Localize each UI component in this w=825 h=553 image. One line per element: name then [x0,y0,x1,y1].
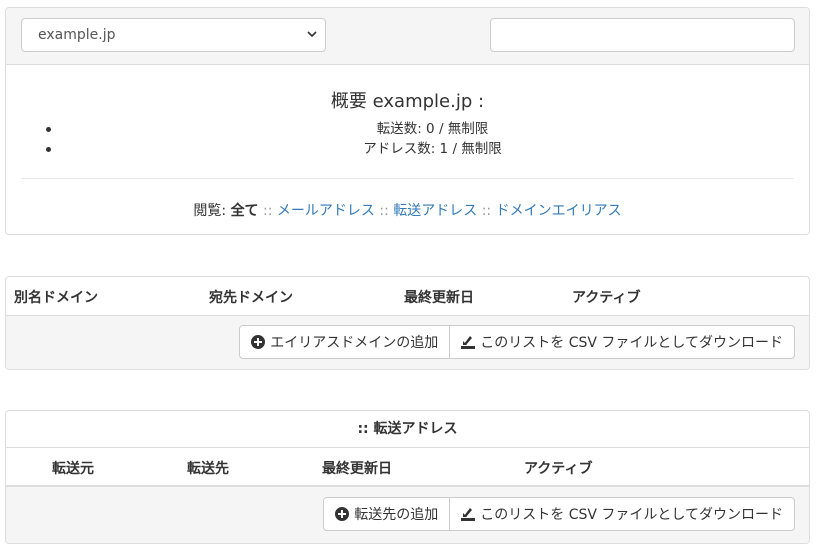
stat-forwards: 転送数: 0 / 無制限 [376,121,489,137]
separator: :: [263,203,273,219]
add-alias-domain-button[interactable]: エイリアスドメインの追加 [239,325,451,359]
browse-link-domain-aliases[interactable]: ドメインエイリアス [496,203,622,219]
list-item: アドレス数: 1 / 無制限 [6,139,809,159]
add-forwarding-button[interactable]: 転送先の追加 [323,497,451,531]
domain-select-value: example.jp [38,27,116,43]
button-group: エイリアスドメインの追加 このリストを CSV ファイルとしてダウンロード [239,325,795,359]
table-header: 転送元 転送先 最終更新日 アクティブ [6,448,809,487]
overview-title: 概要 example.jp : [330,91,485,112]
overview-panel-header: example.jp [6,8,809,65]
plus-circle-icon [335,507,350,521]
download-csv-label: このリストを CSV ファイルとしてダウンロード [480,335,783,351]
add-alias-domain-label: エイリアスドメインの追加 [270,335,439,351]
column-header: 宛先ドメイン [209,290,293,306]
forwarding-title: :: 転送アドレス [6,411,809,448]
column-header: アクティブ [572,290,641,306]
browse-link-forwarding[interactable]: 転送アドレス [393,203,477,219]
column-header: アクティブ [524,461,593,477]
separator: :: [481,203,492,219]
divider [21,178,794,179]
forwarding-panel: :: 転送アドレス 転送元 転送先 最終更新日 アクティブ 転送先の追加 このリ… [5,410,810,544]
download-csv-button[interactable]: このリストを CSV ファイルとしてダウンロード [450,325,795,359]
list-item: 転送数: 0 / 無制限 [6,119,809,139]
table-footer: エイリアスドメインの追加 このリストを CSV ファイルとしてダウンロード [6,316,809,369]
overview-panel: example.jp 概要 example.jp : 転送数: 0 / 無制限 … [5,7,810,235]
bullet-icon [46,127,51,132]
download-icon [461,336,476,349]
domain-select[interactable]: example.jp [21,18,326,52]
download-csv-label: このリストを CSV ファイルとしてダウンロード [480,507,783,523]
download-csv-button[interactable]: このリストを CSV ファイルとしてダウンロード [450,497,795,531]
column-header: 最終更新日 [322,461,392,477]
table-header: 別名ドメイン 宛先ドメイン 最終更新日 アクティブ [6,277,809,317]
button-group: 転送先の追加 このリストを CSV ファイルとしてダウンロード [323,497,795,531]
stat-addresses: アドレス数: 1 / 無制限 [363,141,502,157]
alias-domain-panel: 別名ドメイン 宛先ドメイン 最終更新日 アクティブ エイリアスドメインの追加 こ… [5,276,810,370]
browse-filter: 閲覧: 全て :: メールアドレス :: 転送アドレス :: ドメインエイリアス [6,200,809,220]
search-input[interactable] [490,18,795,52]
stats-list: 転送数: 0 / 無制限 アドレス数: 1 / 無制限 [6,119,809,159]
column-header: 転送先 [187,461,229,477]
plus-circle-icon [251,335,266,349]
chevron-down-icon [307,31,317,38]
download-icon [461,508,476,521]
browse-link-mail-addresses[interactable]: メールアドレス [277,203,375,219]
browse-label: 閲覧: [193,203,227,219]
bullet-icon [46,147,51,152]
column-header: 別名ドメイン [14,290,98,306]
column-header: 最終更新日 [404,290,474,306]
column-header: 転送元 [52,461,94,477]
separator: :: [379,203,389,219]
browse-current: 全て [230,203,259,219]
add-forwarding-label: 転送先の追加 [354,507,439,523]
table-footer: 転送先の追加 このリストを CSV ファイルとしてダウンロード [6,487,809,543]
